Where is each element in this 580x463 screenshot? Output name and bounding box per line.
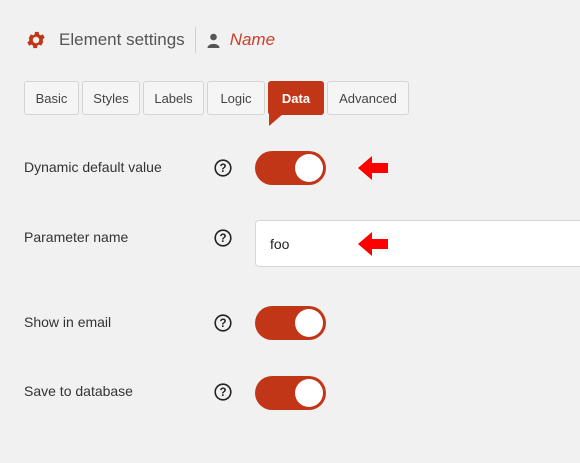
- parameter-name-input[interactable]: [255, 220, 580, 267]
- show-in-email-toggle[interactable]: [255, 306, 326, 340]
- element-settings-header: Element settings Name: [24, 26, 275, 54]
- toggle-knob: [295, 154, 323, 182]
- save-to-database-toggle[interactable]: [255, 376, 326, 410]
- toggle-knob: [295, 309, 323, 337]
- tab-logic[interactable]: Logic: [207, 81, 265, 115]
- red-arrow-annotation: [358, 154, 388, 182]
- user-icon: [206, 32, 222, 48]
- element-name[interactable]: Name: [230, 30, 275, 50]
- help-icon[interactable]: ?: [214, 229, 232, 247]
- tab-basic[interactable]: Basic: [24, 81, 79, 115]
- svg-text:?: ?: [219, 387, 226, 399]
- gear-icon: [24, 28, 48, 52]
- tab-data[interactable]: Data: [268, 81, 324, 126]
- toggle-knob: [295, 379, 323, 407]
- active-tab-pointer: [269, 114, 283, 126]
- tab-styles[interactable]: Styles: [82, 81, 140, 115]
- svg-text:?: ?: [219, 233, 226, 245]
- parameter-name-label: Parameter name: [24, 229, 129, 245]
- save-to-database-label: Save to database: [24, 383, 133, 399]
- svg-text:?: ?: [219, 163, 226, 175]
- help-icon[interactable]: ?: [214, 314, 232, 332]
- tab-labels[interactable]: Labels: [143, 81, 204, 115]
- settings-tabs: Basic Styles Labels Logic Data Advanced: [24, 81, 412, 126]
- tab-data-label: Data: [281, 90, 311, 106]
- svg-text:?: ?: [219, 318, 226, 330]
- tab-advanced[interactable]: Advanced: [327, 81, 409, 115]
- dynamic-default-value-label: Dynamic default value: [24, 159, 162, 175]
- help-icon[interactable]: ?: [214, 383, 232, 401]
- red-arrow-annotation: [358, 230, 388, 258]
- show-in-email-label: Show in email: [24, 314, 112, 330]
- header-divider: [194, 27, 196, 53]
- dynamic-default-value-toggle[interactable]: [255, 151, 326, 185]
- help-icon[interactable]: ?: [214, 159, 232, 177]
- header-title: Element settings: [59, 30, 185, 49]
